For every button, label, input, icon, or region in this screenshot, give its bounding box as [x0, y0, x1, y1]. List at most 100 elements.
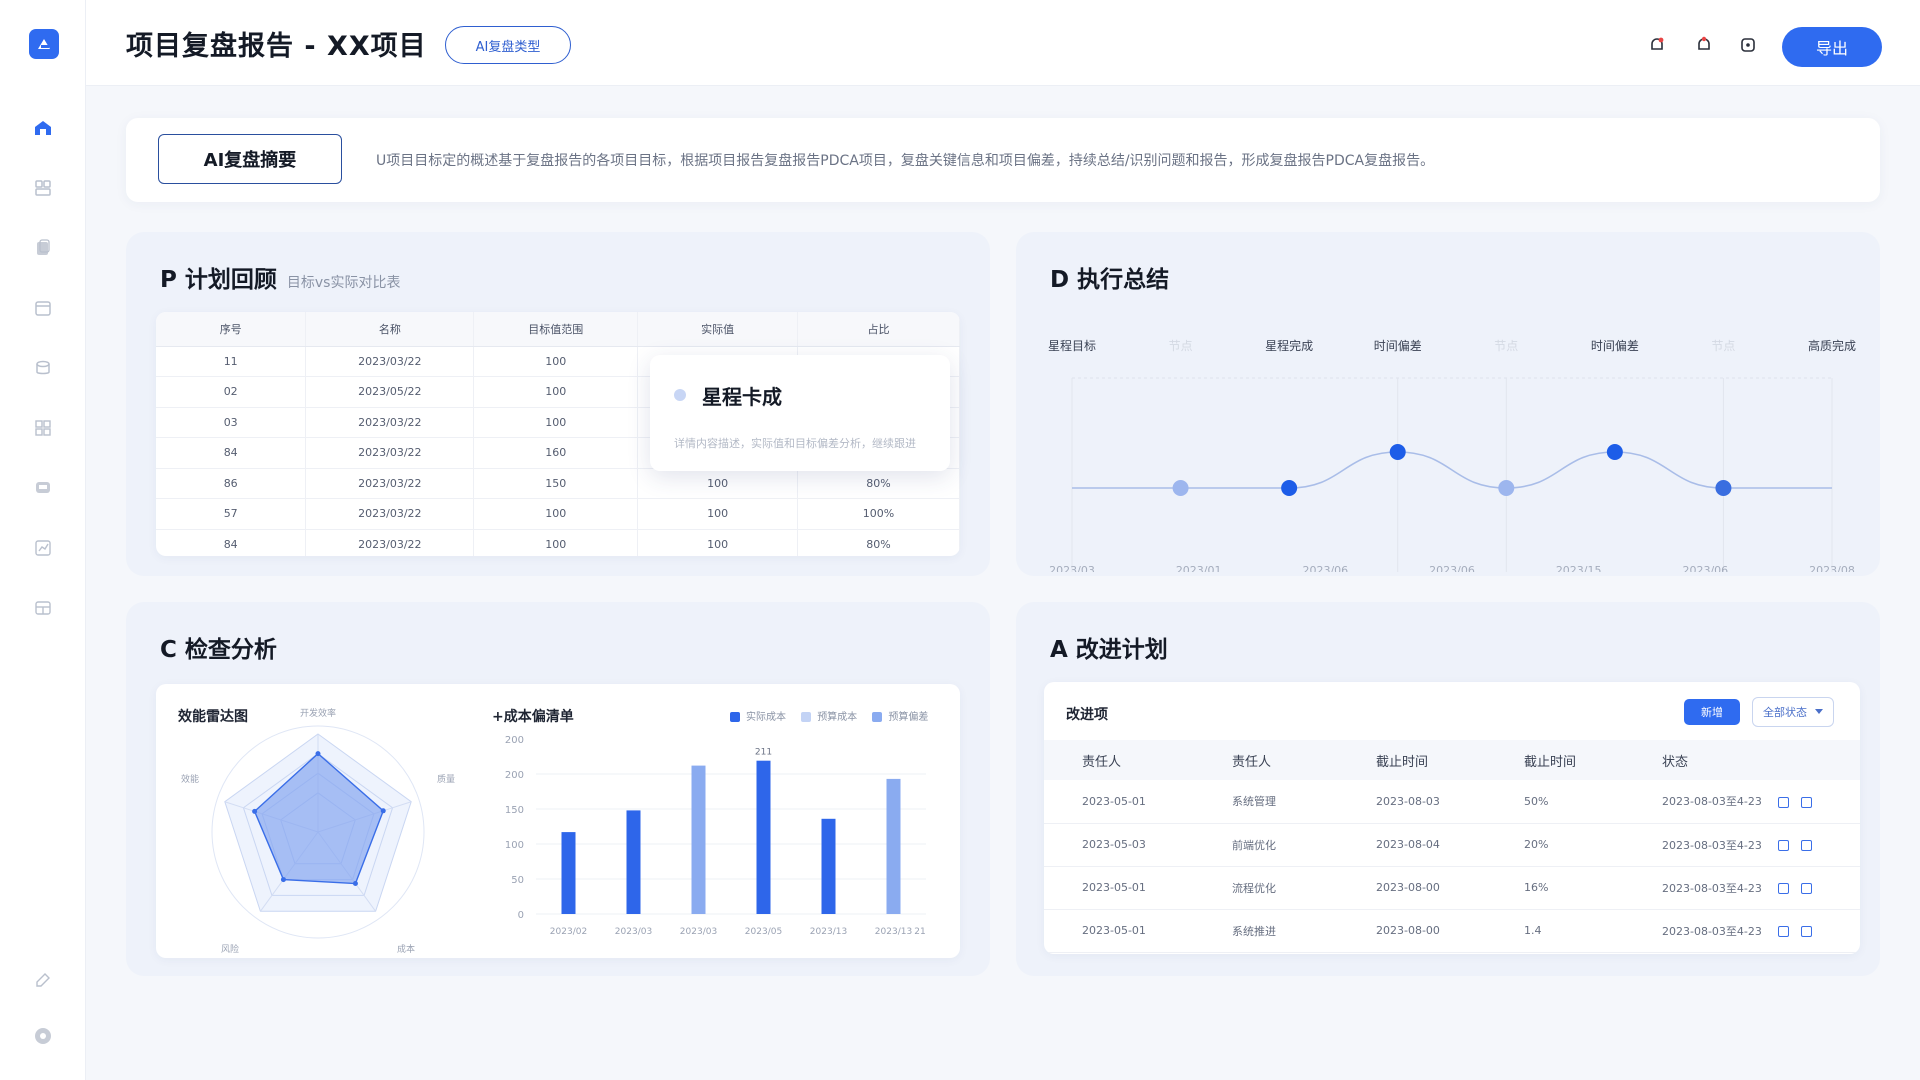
edit-row-icon[interactable] [1777, 840, 1789, 851]
page-title: 项目复盘报告 - XX项目 [126, 31, 427, 62]
table-row[interactable]: 86 2023/03/22 150 100 80% [156, 468, 960, 499]
alert-icon[interactable] [1693, 34, 1715, 56]
table-row[interactable]: 2023-05-01 系统推进 2023-08-00 1.4 2023-08-03至4-… [1044, 909, 1860, 953]
table-cell: 80% [797, 468, 960, 499]
plan-column-header[interactable]: 占比 [797, 312, 960, 347]
plan-column-header[interactable]: 序号 [156, 312, 307, 347]
status-text: 2023-08-03至4-23 [1662, 881, 1762, 895]
plan-review-title: P 计划回顾 目标vs实际对比表 [160, 260, 400, 294]
chart-icon[interactable] [31, 536, 55, 560]
edit-icon[interactable] [31, 968, 55, 992]
layout-icon[interactable] [31, 596, 55, 620]
status-text: 2023-08-03至4-23 [1662, 924, 1762, 938]
table-cell: 2023-08-03至4-23 [1624, 866, 1860, 910]
delete-row-icon[interactable] [1800, 926, 1812, 937]
improvement-column-header[interactable]: 责任人 [1194, 740, 1338, 780]
table-cell: 57 [156, 498, 307, 530]
edit-row-icon[interactable] [1777, 796, 1789, 808]
plan-column-header[interactable]: 名称 [305, 312, 475, 347]
plan-subtitle: 目标vs实际对比表 [286, 275, 401, 291]
bar-y-tick: 200 [505, 770, 524, 781]
notification-icon[interactable] [1646, 34, 1668, 56]
sidebar [0, 0, 86, 1080]
improvement-table: 责任人 责任人 截止时间 截止时间 状态 2023-05-01 系统管理 2023-08-0… [1044, 740, 1860, 953]
timeline-top-label: 星程目标 [1048, 338, 1096, 353]
status-filter-select[interactable]: 全部状态 [1752, 697, 1834, 727]
milestone-desc: 详情内容描述，实际值和目标偏差分析，继续跟进 [674, 437, 916, 450]
timeline-top-label: 时间偏差 [1591, 338, 1639, 353]
improvement-plan-panel: A 改进计划 改进项 新增 全部状态 责任人 责任人 截止时间 截止时间 状态 2023… [1016, 602, 1880, 976]
table-cell: 2023/03/22 [305, 529, 475, 556]
timeline-top-label: 时间偏差 [1374, 338, 1422, 353]
share-icon[interactable] [1737, 34, 1759, 56]
export-button[interactable]: 导出 [1782, 27, 1882, 67]
ai-summary-card: AI复盘摘要 U项目目标定的概述基于复盘报告的各项目目标，根据项目报告复盘报告P… [126, 118, 1880, 202]
database-icon[interactable] [31, 356, 55, 380]
improvement-column-header[interactable]: 责任人 [1044, 740, 1194, 780]
table-cell: 2023/05/22 [305, 376, 475, 408]
milestone-dot-icon [674, 389, 686, 401]
app-logo[interactable] [29, 29, 59, 59]
plan-column-header[interactable]: 实际值 [637, 312, 799, 347]
table-cell: 2023-08-03至4-23 [1624, 780, 1860, 824]
check-title: C 检查分析 [160, 637, 277, 663]
files-icon[interactable] [31, 236, 55, 260]
efficiency-radar-chart: 开发效率质量成本 风险 效能 [181, 707, 455, 954]
home-icon[interactable] [31, 116, 55, 140]
add-item-button[interactable]: 新增 [1684, 699, 1740, 725]
radar-label: 质量 [437, 773, 455, 785]
edit-row-icon[interactable] [1777, 883, 1789, 894]
edit-row-icon[interactable] [1777, 926, 1789, 937]
timeline-date-label: 2023/01 [1176, 564, 1222, 572]
bar [561, 832, 576, 914]
settings-icon[interactable] [31, 1024, 55, 1048]
execution-timeline: 星程目标 节点 星程完成 时间偏差 节点 时间偏差 节点 高质完成 2023/03 2023/01… [1048, 338, 1856, 572]
table-cell: 前端优化 [1194, 823, 1338, 867]
table-cell: 2023-08-00 [1338, 866, 1486, 910]
legend-swatch-dark [730, 712, 740, 722]
table-cell: 2023-08-03 [1338, 780, 1486, 824]
radar-label: 风险 [221, 943, 239, 954]
table-cell: 1.4 [1486, 909, 1624, 953]
timeline-top-label: 节点 [1169, 339, 1193, 353]
message-icon[interactable] [31, 476, 55, 500]
timeline-date-label: 2023/06 [1302, 564, 1348, 572]
improvement-column-header[interactable]: 截止时间 [1486, 740, 1624, 780]
legend-label: 预算成本 [817, 712, 858, 723]
ai-summary-button[interactable]: AI复盘摘要 [158, 134, 342, 184]
grid-icon[interactable] [31, 176, 55, 200]
milestone-title: 星程卡成 [702, 385, 782, 409]
table-cell: 100 [473, 346, 639, 377]
bar-y-tick: 150 [505, 805, 524, 816]
bar-y-tick: 50 [511, 875, 524, 886]
table-row[interactable]: 57 2023/03/22 100 100 100% [156, 498, 960, 530]
table-cell: 2023-05-01 [1044, 866, 1194, 910]
improvement-card-title: 改进项 [1066, 707, 1108, 723]
improvement-column-header[interactable]: 状态 [1624, 740, 1860, 780]
table-cell: 50% [1486, 780, 1624, 824]
table-cell: 80% [797, 529, 960, 556]
bar-chart-title: +成本偏清单 [492, 709, 574, 725]
calendar-icon[interactable] [31, 296, 55, 320]
delete-row-icon[interactable] [1800, 840, 1812, 851]
table-row[interactable]: 2023-05-01 系统管理 2023-08-03 50% 2023-08-03至4-… [1044, 780, 1860, 824]
delete-row-icon[interactable] [1800, 883, 1812, 894]
bar-legend: 实际成本 预算成本 预算偏差 [730, 708, 928, 723]
timeline-date-label: 2023/15 [1556, 564, 1602, 572]
delete-row-icon[interactable] [1800, 796, 1812, 808]
ai-review-type-button[interactable]: AI复盘类型 [445, 26, 571, 64]
table-cell: 11 [156, 346, 307, 377]
plan-column-header[interactable]: 目标值范围 [473, 312, 639, 347]
table-cell: 系统管理 [1194, 780, 1338, 824]
bar-y-tick: 100 [505, 840, 524, 851]
apps-icon[interactable] [31, 416, 55, 440]
table-row[interactable]: 2023-05-01 流程优化 2023-08-00 16% 2023-08-03至4-… [1044, 866, 1860, 910]
plan-title-text: P 计划回顾 [160, 267, 277, 293]
table-cell: 100 [473, 376, 639, 408]
bar-x-tick: 2023/03 [615, 927, 652, 937]
improvement-column-header[interactable]: 截止时间 [1338, 740, 1486, 780]
table-row[interactable]: 2023-05-03 前端优化 2023-08-04 20% 2023-08-03至4-… [1044, 823, 1860, 867]
timeline-point [1389, 444, 1406, 460]
legend-label: 预算偏差 [888, 712, 929, 723]
table-row[interactable]: 84 2023/03/22 100 100 80% [156, 529, 960, 556]
